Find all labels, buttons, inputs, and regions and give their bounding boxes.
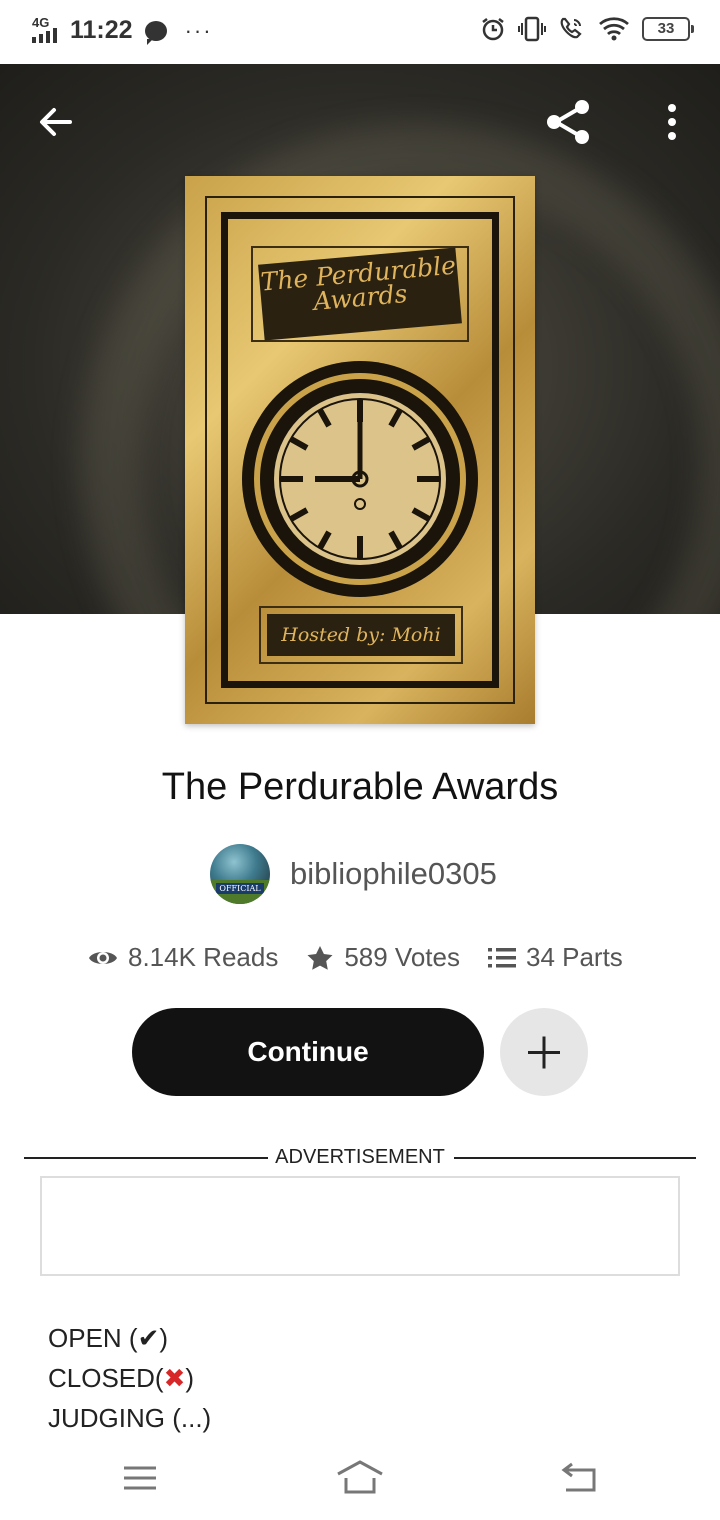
description-line: OPEN (✔) [48, 1323, 169, 1353]
votes-stat: 589 Votes [306, 942, 460, 973]
story-title: The Perdurable Awards [161, 766, 559, 808]
status-time: 11:22 [70, 16, 133, 44]
status-bar: 4G 11:22 ··· 33 [0, 0, 720, 64]
cellular-signal-icon: 4G [30, 15, 62, 45]
reads-stat: 8.14K Reads [88, 942, 278, 973]
vibrate-icon [518, 16, 546, 42]
list-icon [487, 947, 516, 967]
more-options-button[interactable] [656, 100, 688, 144]
cover-title-plate: The Perdurable Awards [251, 246, 469, 342]
eye-icon [89, 951, 117, 964]
back-nav-button[interactable] [560, 1460, 600, 1501]
ad-divider: ADVERTISEMENT [24, 1146, 696, 1170]
author-name[interactable]: bibliophile0305 [290, 856, 497, 892]
share-button[interactable] [540, 94, 596, 150]
home-button[interactable] [336, 1460, 384, 1501]
back-nav-icon [561, 1462, 596, 1492]
author-row[interactable]: OFFICIAL bibliophile0305 [210, 844, 497, 904]
avatar[interactable]: OFFICIAL [210, 844, 270, 904]
recents-button[interactable] [122, 1460, 158, 1501]
wifi-icon [598, 16, 630, 42]
more-vert-icon [668, 104, 676, 140]
description-line: JUDGING (...) [48, 1403, 212, 1433]
story-description: OPEN (✔) CLOSED(✖) JUDGING (...) [48, 1318, 211, 1438]
cover-title: The Perdurable Awards [258, 247, 462, 341]
cover-hosted-plate: Hosted by: Mohi [259, 606, 463, 664]
book-cover[interactable]: The Perdurable Awards Hosted by: Mohi [185, 176, 535, 724]
add-to-library-button[interactable] [500, 1008, 588, 1096]
home-icon [337, 1460, 383, 1494]
message-notification-icon [144, 20, 167, 45]
clock-illustration [242, 361, 478, 597]
arrow-left-icon [40, 108, 72, 136]
system-navigation-bar [0, 1440, 720, 1520]
reads-count: 8.14K Reads [128, 942, 279, 972]
description-line: CLOSED(✖) [48, 1363, 195, 1393]
menu-icon [124, 1466, 156, 1490]
votes-count: 589 Votes [344, 942, 460, 972]
cross-mark: ✖ [163, 1363, 186, 1393]
battery-icon: 33 [642, 17, 694, 41]
ad-slot[interactable] [40, 1176, 680, 1276]
back-button[interactable] [34, 100, 78, 144]
status-right: 33 [480, 16, 694, 42]
alarm-icon [480, 16, 506, 42]
status-left: 4G 11:22 ··· [30, 15, 213, 45]
check-mark: ✔ [137, 1323, 160, 1353]
wifi-calling-icon [558, 16, 586, 42]
parts-stat[interactable]: 34 Parts [487, 942, 623, 973]
cover-hosted-by: Hosted by: Mohi [267, 614, 455, 656]
battery-level: 33 [657, 20, 675, 37]
parts-count: 34 Parts [525, 942, 623, 972]
story-stats: 8.14K Reads 589 Votes 34 Parts [88, 942, 623, 973]
avatar-badge: OFFICIAL [216, 883, 264, 894]
more-notifications-icon: ··· [184, 17, 213, 43]
share-icon [547, 100, 589, 144]
continue-reading-button[interactable]: Continue [132, 1008, 484, 1096]
star-icon [307, 945, 333, 970]
